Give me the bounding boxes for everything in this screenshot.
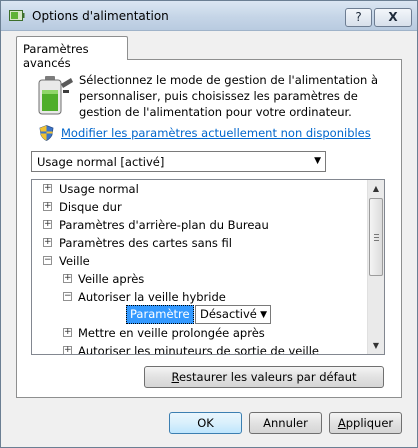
expand-icon[interactable]: + — [63, 328, 72, 337]
tree-item[interactable]: + Mettre en veille prolongée après — [32, 324, 362, 342]
restore-accesskey: R — [171, 370, 179, 384]
help-button[interactable]: ? — [345, 8, 372, 27]
expand-icon[interactable]: + — [63, 346, 72, 354]
grip-line — [374, 234, 379, 235]
battery-power-icon — [38, 76, 73, 115]
tree-item[interactable]: + Disque dur — [32, 198, 362, 216]
expand-icon[interactable]: + — [43, 220, 52, 229]
tree-item[interactable]: + Paramètres des cartes sans fil — [32, 234, 362, 252]
grip-line — [374, 240, 379, 241]
tree-item[interactable]: + Autoriser les minuteurs de sortie de v… — [32, 342, 362, 355]
apply-button[interactable]: Appliquer — [329, 412, 402, 434]
expand-icon[interactable]: + — [63, 274, 72, 283]
cancel-button[interactable]: Annuler — [249, 412, 322, 434]
tree-item-label: Usage normal — [59, 182, 139, 196]
setting-label: Paramètre : — [126, 305, 194, 338]
close-button[interactable]: X — [374, 8, 412, 27]
window-title: Options d'alimentation — [32, 9, 169, 23]
collapse-icon[interactable]: − — [63, 292, 72, 301]
power-options-window: Options d'alimentation ? X Paramètres av… — [0, 0, 418, 448]
restore-label: estaurer les valeurs par défaut — [178, 370, 357, 384]
collapse-icon[interactable]: − — [43, 256, 52, 265]
scrollbar-thumb[interactable] — [369, 198, 383, 276]
setting-value: Désactivé — [200, 307, 257, 321]
tree-item[interactable]: − Autoriser la veille hybride — [32, 288, 362, 306]
tree-item[interactable]: − Veille — [32, 252, 362, 270]
tree-item-label: Autoriser les minuteurs de sortie de vei… — [78, 344, 320, 355]
power-options-icon — [9, 10, 25, 21]
scroll-up-icon[interactable]: ▲ — [368, 180, 384, 197]
change-unavailable-settings-link[interactable]: Modifier les paramètres actuellement non… — [61, 126, 371, 140]
tree-item[interactable]: + Veille après — [32, 270, 362, 288]
tree-item[interactable]: + Paramètres d'arrière-plan du Bureau — [32, 216, 362, 234]
tab-advanced-settings[interactable]: Paramètres avancés — [16, 36, 128, 70]
power-plan-dropdown[interactable]: Usage normal [activé] ▼ — [31, 151, 326, 172]
settings-tree[interactable]: + Usage normal + Disque dur + Paramètres… — [31, 179, 385, 355]
expand-icon[interactable]: + — [43, 184, 52, 193]
uac-shield-icon — [39, 125, 54, 141]
tree-item-label: Paramètres d'arrière-plan du Bureau — [59, 218, 269, 232]
expand-icon[interactable]: + — [43, 238, 52, 247]
title-bar[interactable]: Options d'alimentation ? X — [1, 1, 417, 31]
tree-item-label: Paramètres des cartes sans fil — [59, 236, 232, 250]
apply-accesskey: A — [337, 416, 346, 430]
setting-dropdown[interactable]: Désactivé ▼ — [195, 305, 271, 324]
apply-label: ppliquer — [345, 416, 394, 430]
expand-icon[interactable]: + — [43, 202, 52, 211]
grip-line — [374, 237, 379, 238]
ok-button[interactable]: OK — [169, 412, 242, 434]
power-plan-value: Usage normal [activé] — [37, 155, 165, 169]
tree-item[interactable]: + Usage normal — [32, 180, 362, 198]
tree-item-label: Mettre en veille prolongée après — [78, 326, 265, 340]
restore-defaults-button[interactable]: Restaurer les valeurs par défaut — [144, 366, 384, 388]
tree-item-label: Disque dur — [59, 200, 122, 214]
vertical-scrollbar[interactable]: ▲ ▼ — [367, 180, 384, 354]
intro-text: Sélectionnez le mode de gestion de l'ali… — [79, 73, 379, 119]
tree-item-label: Autoriser la veille hybride — [78, 290, 226, 304]
chevron-down-icon: ▼ — [260, 310, 267, 320]
chevron-down-icon: ▼ — [314, 156, 321, 166]
tree-item-label: Veille — [59, 254, 90, 268]
scroll-down-icon[interactable]: ▼ — [368, 337, 384, 354]
tree-item-label: Veille après — [78, 272, 145, 286]
